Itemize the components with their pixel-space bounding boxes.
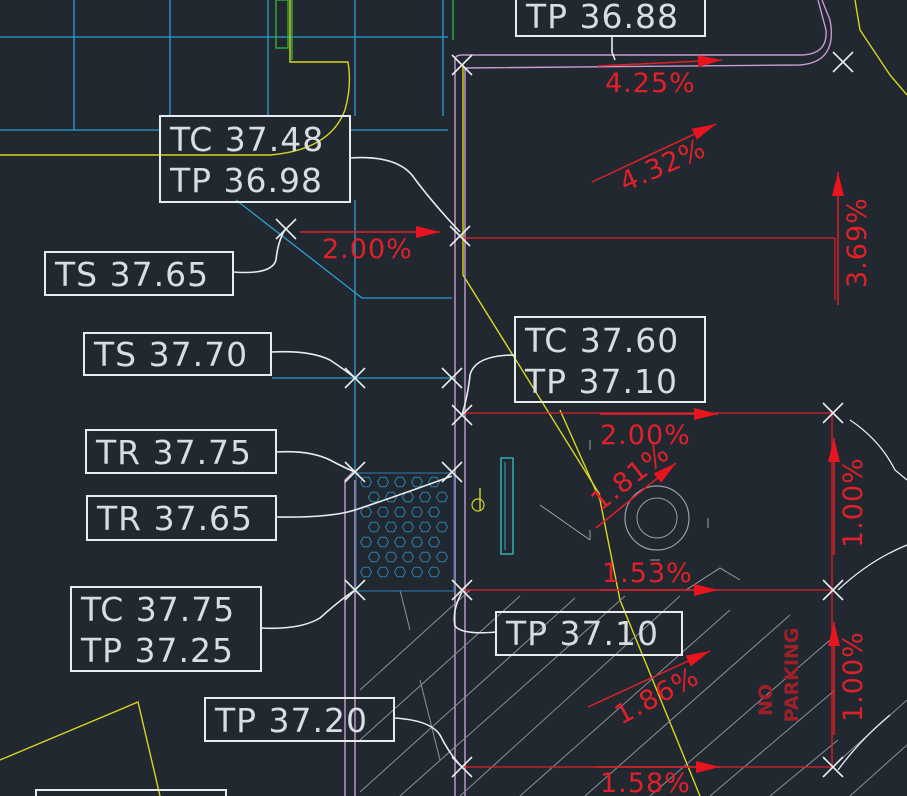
no-parking-line-2: PARKING (781, 628, 803, 723)
svg-text:TP 36.88: TP 36.88 (525, 0, 679, 36)
svg-text:TC 37.60: TC 37.60 (524, 321, 679, 360)
slope-label: 2.00% (322, 234, 413, 265)
label-box-tr-37-75: TR 37.75 (85, 429, 277, 474)
svg-text:TP 37.10: TP 37.10 (505, 614, 659, 653)
label-box-tp-37-10: TP 37.10 (495, 611, 683, 656)
slope-label: 4.25% (605, 68, 696, 99)
drawing-background (0, 0, 907, 796)
label-box-tr-37-65: TR 37.65 (86, 495, 277, 541)
slope-label: 1.00% (838, 631, 869, 722)
svg-text:TR 37.75: TR 37.75 (95, 433, 252, 472)
slope-label: 1.00% (838, 457, 869, 548)
svg-text:TP 37.25: TP 37.25 (80, 631, 234, 670)
slope-label: 3.69% (842, 197, 873, 288)
no-parking-line-1: NO (755, 684, 777, 716)
label-box-tp-37-20: TP 37.20 (204, 697, 395, 742)
label-box-ts-37-65: TS 37.65 (44, 251, 234, 296)
label-box-ts-37-70: TS 37.70 (83, 332, 272, 376)
slope-label: 1.58% (600, 768, 691, 796)
svg-text:TS 37.65: TS 37.65 (54, 255, 209, 294)
svg-text:TC 37.75: TC 37.75 (80, 590, 235, 629)
slope-label: 1.53% (602, 558, 693, 589)
svg-text:TP 37.10: TP 37.10 (524, 362, 678, 401)
svg-text:TR 37.65: TR 37.65 (96, 499, 253, 538)
svg-text:TS 37.70: TS 37.70 (93, 335, 248, 374)
svg-text:TP 36.98: TP 36.98 (169, 161, 323, 200)
label-box-tp-36-88: TP 36.88 (515, 0, 706, 37)
svg-text:TP 37.20: TP 37.20 (214, 701, 368, 740)
label-box-tc-37-60: TC 37.60 TP 37.10 (514, 316, 706, 403)
cad-drawing-canvas: NO PARKING 4.25% 4.32% 2.00% 3.69% 2.00%… (0, 0, 907, 796)
svg-text:TC 37.48: TC 37.48 (169, 120, 324, 159)
